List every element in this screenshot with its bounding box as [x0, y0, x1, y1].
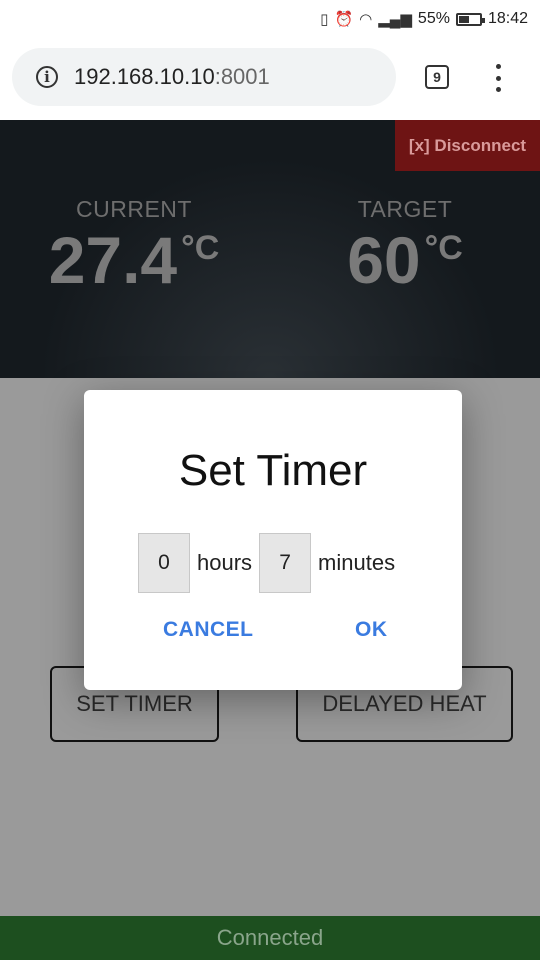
current-value-number: 27.4 [48, 223, 178, 297]
url-host: 192.168.10.10 [74, 64, 215, 89]
address-bar[interactable]: i 192.168.10.10:8001 [12, 48, 396, 106]
clock: 18:42 [487, 10, 528, 27]
browser-toolbar: i 192.168.10.10:8001 9 [0, 38, 540, 120]
current-value: 27.4 °C [48, 227, 220, 293]
wifi-icon: ◠ [359, 11, 373, 28]
url-port: :8001 [214, 64, 270, 89]
target-label: TARGET [357, 196, 453, 222]
disconnect-button[interactable]: [x] Disconnect [395, 120, 540, 171]
tab-switcher-button[interactable]: 9 [425, 65, 449, 89]
more-menu-icon[interactable] [492, 64, 504, 92]
battery-icon [455, 12, 485, 26]
url-text[interactable]: 192.168.10.10:8001 [74, 64, 270, 90]
target-value: 60 °C [340, 227, 470, 293]
target-value-number: 60 [347, 223, 421, 297]
battery-percent: 55% [417, 10, 450, 27]
alarm-icon: ⏰ [334, 11, 354, 28]
minutes-label: minutes [318, 550, 396, 575]
minutes-input[interactable]: 7 [259, 533, 312, 593]
cancel-button[interactable]: CANCEL [163, 618, 254, 642]
info-icon[interactable]: i [36, 66, 58, 88]
signal-icon: ▂▄▆ [378, 11, 412, 28]
timer-inputs: 0 hours 7 minutes [138, 533, 402, 593]
vibrate-icon: ▯ [320, 11, 329, 28]
current-temp-block: CURRENT 27.4 °C [48, 196, 220, 293]
target-temp-block: TARGET 60 °C [340, 196, 470, 293]
dialog-title: Set Timer [178, 446, 368, 495]
connection-status-bar: Connected [0, 916, 540, 960]
status-bar: ▯ ⏰ ◠ ▂▄▆ 55% 18:42 [0, 0, 540, 38]
temperature-panel: [x] Disconnect CURRENT 27.4 °C TARGET 60 °… [0, 120, 540, 378]
current-label: CURRENT [76, 196, 192, 222]
current-unit: °C [181, 229, 220, 267]
set-timer-dialog: Set Timer 0 hours 7 minutes CANCEL OK [84, 390, 462, 690]
battery-fill [458, 15, 469, 23]
hours-label: hours [197, 550, 253, 575]
hours-input[interactable]: 0 [138, 533, 190, 593]
target-unit: °C [424, 229, 463, 267]
ok-button[interactable]: OK [355, 618, 388, 642]
